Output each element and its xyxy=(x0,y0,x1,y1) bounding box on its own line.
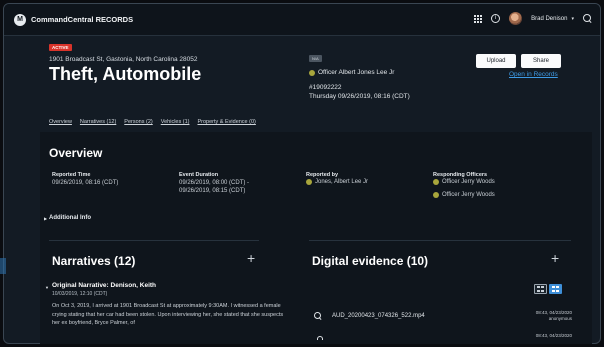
chevron-down-icon[interactable]: ▼ xyxy=(45,285,49,290)
narrative-date: 10/03/2019, 12:10 (CDT) xyxy=(52,291,108,297)
na-badge: N/A xyxy=(309,55,322,62)
responding-officers-label: Responding Officers xyxy=(433,172,488,178)
narrative-title[interactable]: Original Narrative: Denison, Keith xyxy=(52,282,156,289)
narratives-heading: Narratives (12) xyxy=(52,254,136,268)
reported-by-label: Reported by xyxy=(306,172,339,178)
tab-narratives[interactable]: Narratives (12) xyxy=(80,119,116,125)
reported-time-label: Reported Time xyxy=(52,172,91,178)
window-edge-decoration xyxy=(0,258,6,274)
status-badge: ACTIVE xyxy=(49,44,72,51)
page-title: Theft, Automobile xyxy=(49,64,202,84)
evidence-file-name[interactable]: AUD_20200423_074326_522.mp4 xyxy=(332,313,425,319)
add-evidence-button[interactable]: + xyxy=(551,250,559,266)
app-title: CommandCentral RECORDS xyxy=(31,15,134,24)
user-name[interactable]: Brad Denison xyxy=(531,16,567,22)
event-duration-label: Event Duration xyxy=(179,172,219,178)
event-duration-end: 09/26/2019, 08:15 (CDT) xyxy=(179,188,246,194)
grid-view-icon[interactable] xyxy=(549,284,562,294)
add-narrative-button[interactable]: + xyxy=(247,250,255,266)
divider xyxy=(309,240,571,241)
evidence-file-row[interactable]: AUD_20200423_074326_522.mp4 xyxy=(314,312,425,320)
search-icon[interactable] xyxy=(583,14,592,23)
reporting-officer: Officer Albert Jones Lee Jr xyxy=(309,69,394,76)
narrative-body: On Oct 3, 2019, I arrived at 1901 Broadc… xyxy=(52,303,284,326)
case-datetime: Thursday 09/26/2019, 08:16 (CDT) xyxy=(309,93,410,100)
reported-by-name: Jones, Albert Lee Jr xyxy=(315,179,369,185)
person-status-dot-icon xyxy=(306,179,312,185)
reporting-officer-name: Officer Albert Jones Lee Jr xyxy=(318,69,395,76)
tab-overview[interactable]: Overview xyxy=(49,119,72,125)
overview-heading: Overview xyxy=(49,146,103,160)
view-toggle xyxy=(534,284,562,294)
chevron-right-icon[interactable]: ▶ xyxy=(44,216,47,221)
event-duration-start: 09/26/2019, 08:00 (CDT) - xyxy=(179,180,250,186)
share-button[interactable]: Share xyxy=(521,54,561,68)
officer-status-dot-icon xyxy=(309,69,315,76)
search-icon[interactable] xyxy=(317,336,323,340)
responding-officer-2: Officer Jerry Woods xyxy=(433,192,495,198)
user-avatar[interactable] xyxy=(509,12,523,25)
officer-status-dot-icon xyxy=(433,179,439,185)
section-tabs: Overview Narratives (12) Persons (2) Veh… xyxy=(49,119,256,125)
motorola-logo-icon[interactable]: M xyxy=(14,13,26,26)
digital-evidence-heading: Digital evidence (10) xyxy=(312,254,429,268)
incident-address: 1901 Broadcast St, Gastonia, North Carol… xyxy=(49,56,198,63)
evidence-file2-time: 08:43, 04/23/2020 xyxy=(535,333,572,338)
upload-button[interactable]: Upload xyxy=(476,54,516,68)
evidence-file-owner: anonymous xyxy=(548,316,572,321)
search-icon[interactable] xyxy=(314,312,322,320)
chevron-down-icon[interactable]: ▾ xyxy=(571,16,574,22)
apps-grid-icon[interactable] xyxy=(474,14,483,23)
reported-by-value: Jones, Albert Lee Jr xyxy=(306,179,368,185)
reported-time-value: 09/26/2019, 08:16 (CDT) xyxy=(52,180,119,186)
tab-vehicles[interactable]: Vehicles (1) xyxy=(161,119,190,125)
list-view-icon[interactable] xyxy=(534,284,547,294)
divider xyxy=(49,240,259,241)
responding-officer-name: Officer Jerry Woods xyxy=(442,192,495,198)
info-icon[interactable]: i xyxy=(491,14,501,23)
open-in-records-link[interactable]: Open in Records xyxy=(509,71,558,78)
case-number: #19092222 xyxy=(309,84,342,91)
tab-property-evidence[interactable]: Property & Evidence (0) xyxy=(197,119,255,125)
additional-info-toggle[interactable]: Additional Info xyxy=(49,215,91,221)
responding-officer-1: Officer Jerry Woods xyxy=(433,179,495,185)
top-bar: M CommandCentral RECORDS i Brad Denison … xyxy=(4,4,600,36)
evidence-file-meta: 08:43, 04/23/2020 anonymous xyxy=(520,310,572,322)
officer-status-dot-icon xyxy=(433,192,439,198)
responding-officer-name: Officer Jerry Woods xyxy=(442,179,495,185)
tab-persons[interactable]: Persons (2) xyxy=(124,119,152,125)
